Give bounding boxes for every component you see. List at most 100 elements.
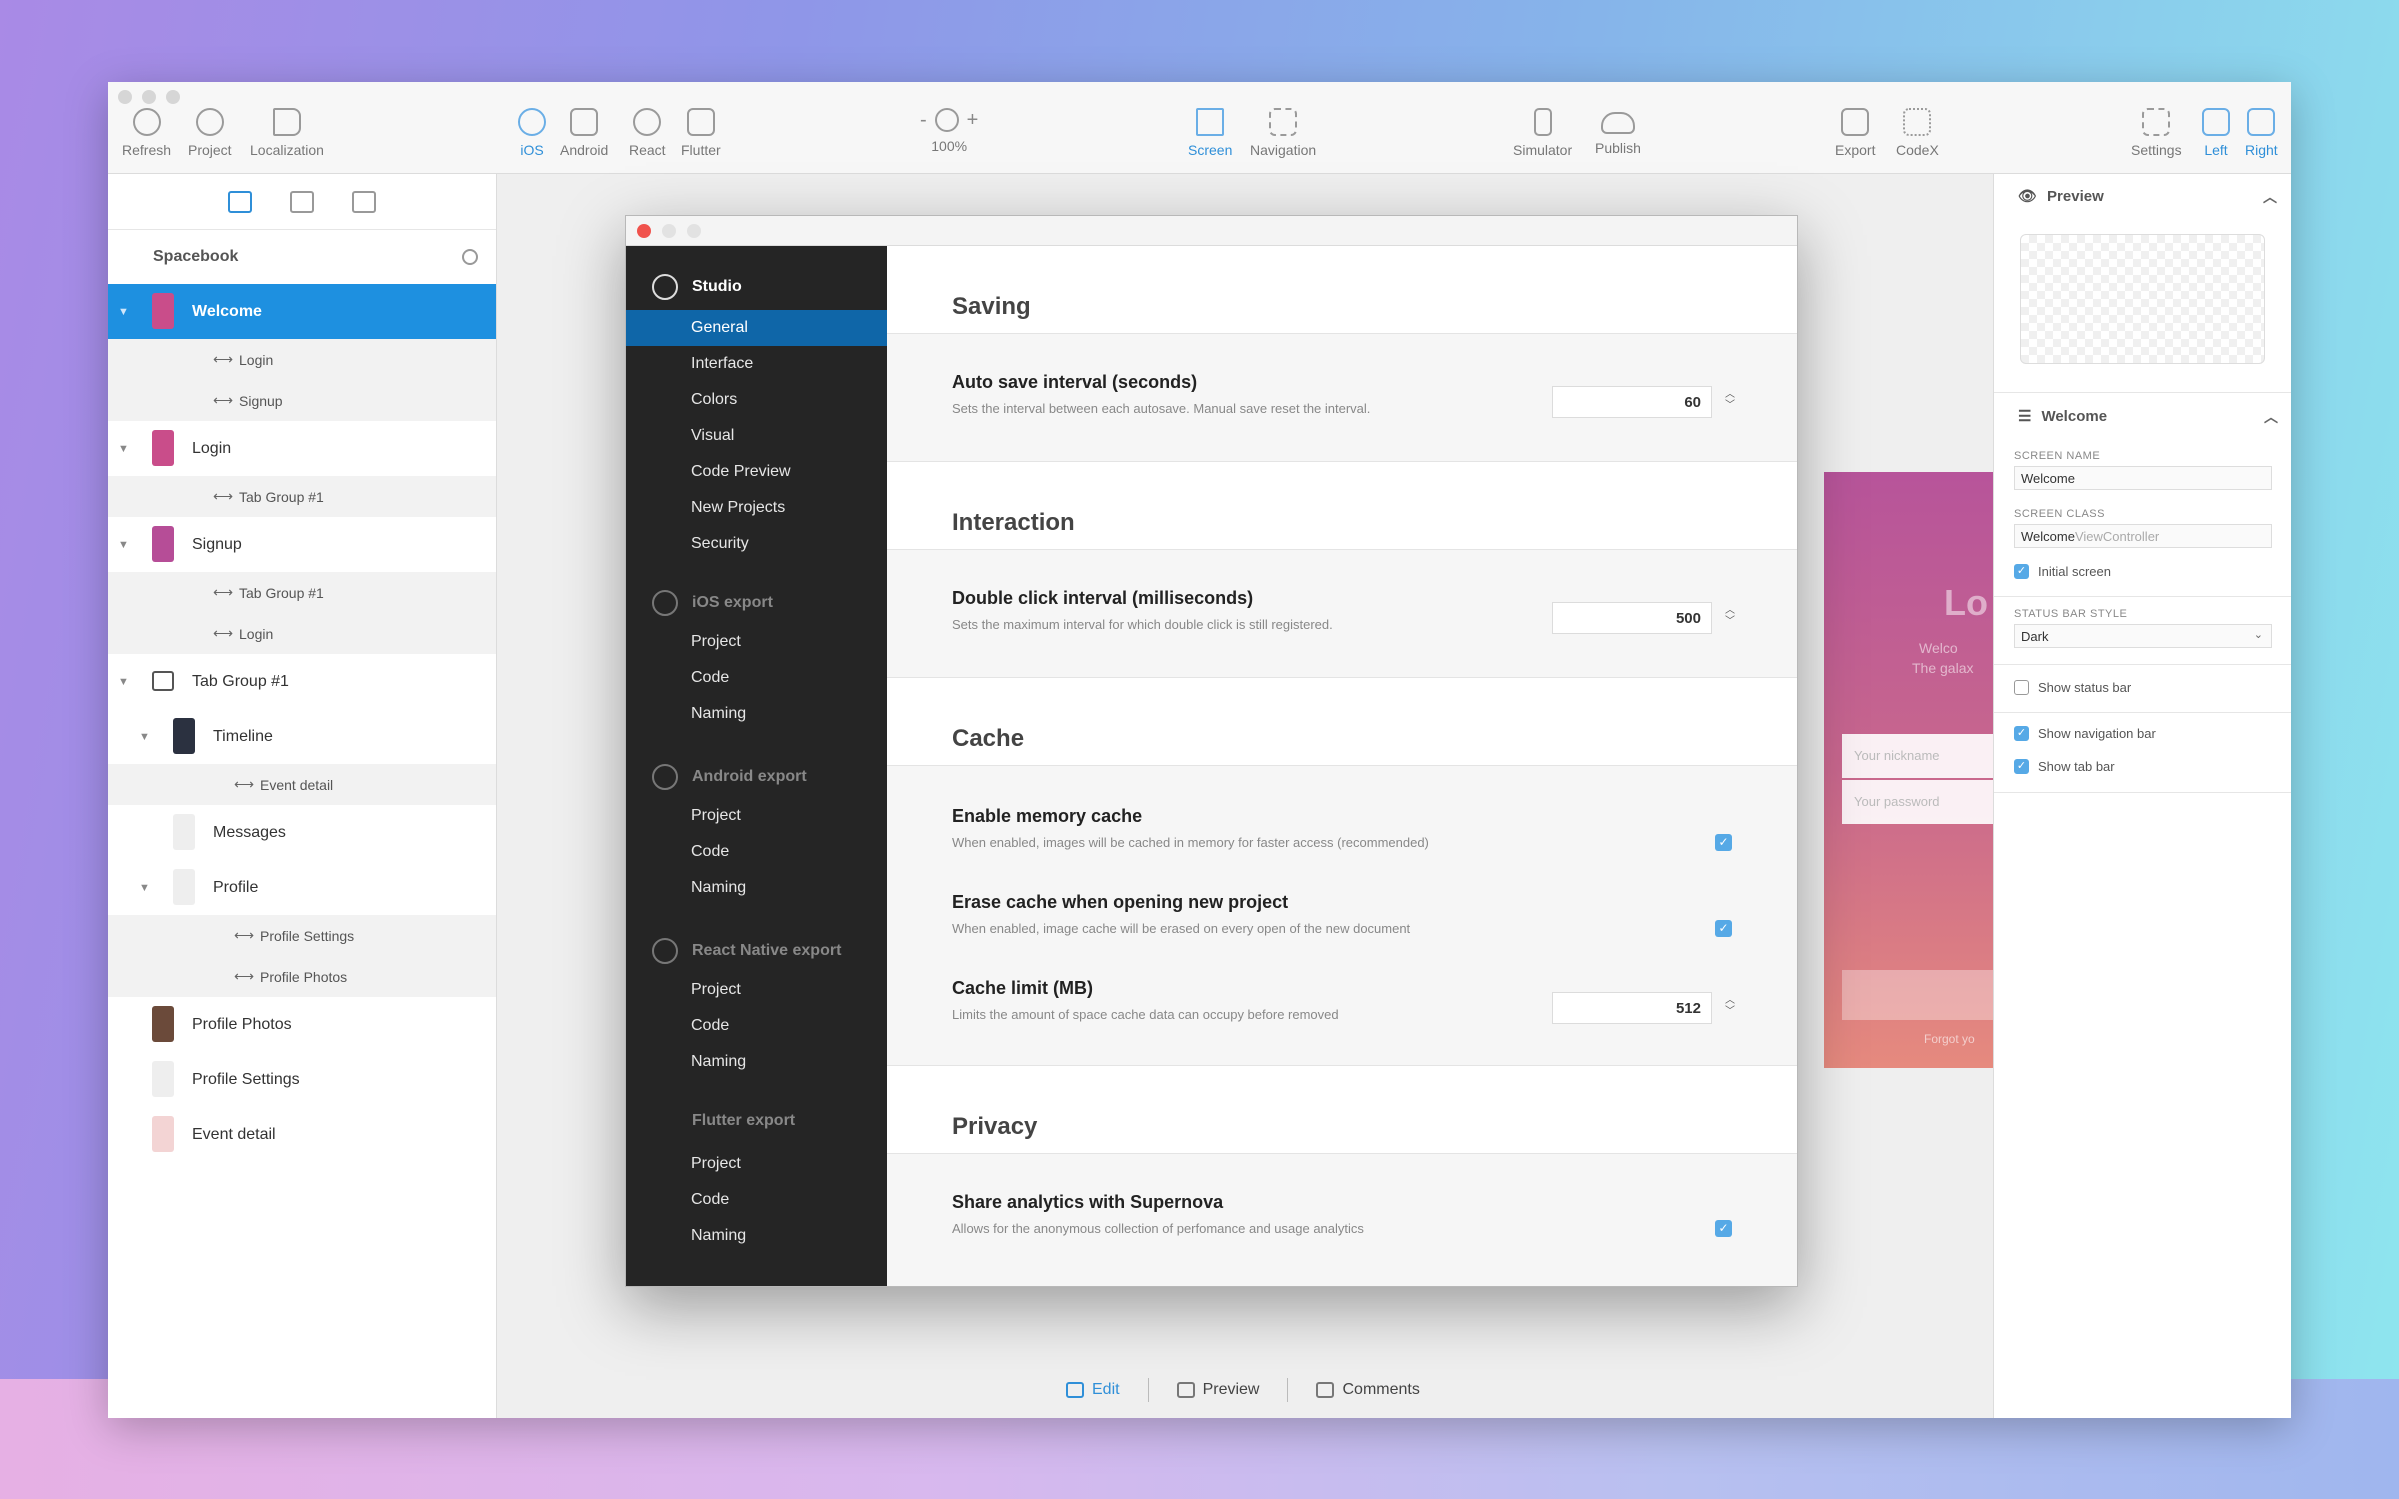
memory-cache-checkbox[interactable]: ✓ [1715, 834, 1732, 851]
navigation-view-button[interactable]: Navigation [1250, 108, 1316, 158]
show-status-bar-checkbox[interactable]: Show status bar [2014, 680, 2131, 695]
show-navigation-bar-checkbox[interactable]: ✓ Show navigation bar [2014, 726, 2156, 741]
screen-row[interactable]: ▼ Timeline [108, 709, 496, 764]
connection-row[interactable]: ⟷ Event detail [108, 764, 496, 805]
nav-item-flutter-naming[interactable]: Naming [626, 1218, 887, 1254]
nav-item-general[interactable]: General [626, 310, 887, 346]
nav-item-ios-code[interactable]: Code [626, 660, 887, 696]
publish-button[interactable]: Publish [1595, 108, 1641, 156]
connection-row[interactable]: ⟷ Login [108, 339, 496, 380]
nav-item-ios-naming[interactable]: Naming [626, 696, 887, 732]
auto-save-stepper[interactable]: ︿ ﹀ [1725, 389, 1735, 411]
project-settings-icon[interactable] [462, 249, 478, 265]
screens-tab-icon[interactable] [228, 190, 252, 213]
components-tab-icon[interactable] [290, 190, 314, 213]
left-panel-button[interactable]: Left [2202, 108, 2230, 158]
chevron-up-icon[interactable]: ︿ [2264, 407, 2278, 427]
close-window-button[interactable] [118, 90, 132, 104]
screen-row[interactable]: ▼ Login [108, 421, 496, 476]
dialog-zoom-button[interactable] [687, 224, 701, 238]
nav-item-android-code[interactable]: Code [626, 834, 887, 870]
zoom-in-button[interactable]: + [967, 109, 979, 132]
edit-mode-button[interactable]: Edit [1066, 1381, 1120, 1399]
screen-row-label: Messages [213, 823, 286, 841]
zoom-out-button[interactable]: - [920, 109, 927, 132]
localization-button[interactable]: Localization [250, 108, 324, 158]
preview-header[interactable]: 👁 Preview ︿ [1994, 174, 2291, 218]
screen-row[interactable]: Messages [108, 805, 496, 860]
android-button[interactable]: Android [560, 108, 608, 158]
settings-button[interactable]: Settings [2131, 108, 2182, 158]
saving-section: Auto save interval (seconds) Sets the in… [887, 334, 1797, 462]
right-panel-button[interactable]: Right [2245, 108, 2278, 158]
screen-row[interactable]: ▼ Welcome [108, 284, 496, 339]
status-bar-style-select[interactable]: Dark ⌄ [2014, 624, 2272, 648]
screen-name-input[interactable]: Welcome [2014, 466, 2272, 490]
screen-row[interactable]: Profile Photos [108, 997, 496, 1052]
export-button[interactable]: Export [1835, 108, 1875, 158]
initial-screen-checkbox[interactable]: ✓ Initial screen [2014, 564, 2111, 579]
disclosure-arrow-icon[interactable]: ▼ [118, 676, 129, 688]
nav-item-interface[interactable]: Interface [626, 346, 887, 382]
connection-row[interactable]: ⟷ Login [108, 613, 496, 654]
disclosure-arrow-icon[interactable]: ▼ [118, 539, 129, 551]
zoom-window-button[interactable] [166, 90, 180, 104]
refresh-button[interactable]: Refresh [122, 108, 171, 158]
nav-item-react-naming[interactable]: Naming [626, 1044, 887, 1080]
show-tab-bar-checkbox[interactable]: ✓ Show tab bar [2014, 759, 2115, 774]
connection-row[interactable]: ⟷ Profile Settings [108, 915, 496, 956]
disclosure-arrow-icon[interactable]: ▼ [118, 306, 129, 318]
double-click-interval-input[interactable]: 500 [1552, 602, 1712, 634]
nav-item-react-code[interactable]: Code [626, 1008, 887, 1044]
connection-row[interactable]: ⟷ Tab Group #1 [108, 476, 496, 517]
mode-switcher: Edit Preview Comments [1066, 1378, 1420, 1402]
screen-view-button[interactable]: Screen [1188, 108, 1232, 158]
dialog-close-button[interactable] [637, 224, 651, 238]
connection-row[interactable]: ⟷ Signup [108, 380, 496, 421]
minimize-window-button[interactable] [142, 90, 156, 104]
nav-item-new-projects[interactable]: New Projects [626, 490, 887, 526]
simulator-button[interactable]: Simulator [1513, 108, 1572, 158]
disclosure-arrow-icon[interactable]: ▼ [139, 731, 150, 743]
welcome-screen-artboard[interactable]: Lo Welco The galax Your nickname Your pa… [1824, 472, 2009, 1068]
codex-button[interactable]: CodeX [1896, 108, 1939, 158]
screen-class-input[interactable]: WelcomeViewController [2014, 524, 2272, 548]
nav-item-android-naming[interactable]: Naming [626, 870, 887, 906]
auto-save-interval-input[interactable]: 60 [1552, 386, 1712, 418]
screen-row[interactable]: ▼ Signup [108, 517, 496, 572]
connection-row[interactable]: ⟷ Tab Group #1 [108, 572, 496, 613]
cache-limit-input[interactable]: 512 [1552, 992, 1712, 1024]
dialog-minimize-button[interactable] [662, 224, 676, 238]
disclosure-arrow-icon[interactable]: ▼ [118, 443, 129, 455]
analytics-checkbox[interactable]: ✓ [1715, 1220, 1732, 1237]
toolbar: Refresh Project Localization iOS Android… [108, 82, 2291, 174]
chevron-up-icon[interactable]: ︿ [2263, 187, 2277, 207]
react-button[interactable]: React [629, 108, 666, 158]
comments-mode-button[interactable]: Comments [1316, 1381, 1420, 1399]
nav-item-android-project[interactable]: Project [626, 798, 887, 834]
screen-row[interactable]: Profile Settings [108, 1052, 496, 1107]
assets-tab-icon[interactable] [352, 190, 376, 213]
ios-button[interactable]: iOS [518, 108, 546, 158]
nav-item-visual[interactable]: Visual [626, 418, 887, 454]
erase-cache-checkbox[interactable]: ✓ [1715, 920, 1732, 937]
nav-item-flutter-project[interactable]: Project [626, 1146, 887, 1182]
nav-item-code-preview[interactable]: Code Preview [626, 454, 887, 490]
screen-row[interactable]: Event detail [108, 1107, 496, 1162]
disclosure-arrow-icon[interactable]: ▼ [139, 882, 150, 894]
nav-item-colors[interactable]: Colors [626, 382, 887, 418]
cache-limit-stepper[interactable]: ︿ ﹀ [1725, 995, 1735, 1017]
nav-item-security[interactable]: Security [626, 526, 887, 562]
project-button[interactable]: Project [188, 108, 232, 158]
screen-properties-header[interactable]: ☰ Welcome ︿ [1994, 394, 2291, 438]
connection-row[interactable]: ⟷ Profile Photos [108, 956, 496, 997]
nav-item-ios-project[interactable]: Project [626, 624, 887, 660]
checkmark-icon: ✓ [2014, 726, 2029, 741]
screen-row[interactable]: ▼ Tab Group #1 [108, 654, 496, 709]
flutter-button[interactable]: Flutter [681, 108, 721, 158]
screen-row[interactable]: ▼ Profile [108, 860, 496, 915]
nav-item-react-project[interactable]: Project [626, 972, 887, 1008]
nav-item-flutter-code[interactable]: Code [626, 1182, 887, 1218]
preview-mode-button[interactable]: Preview [1176, 1381, 1259, 1399]
double-click-stepper[interactable]: ︿ ﹀ [1725, 605, 1735, 627]
